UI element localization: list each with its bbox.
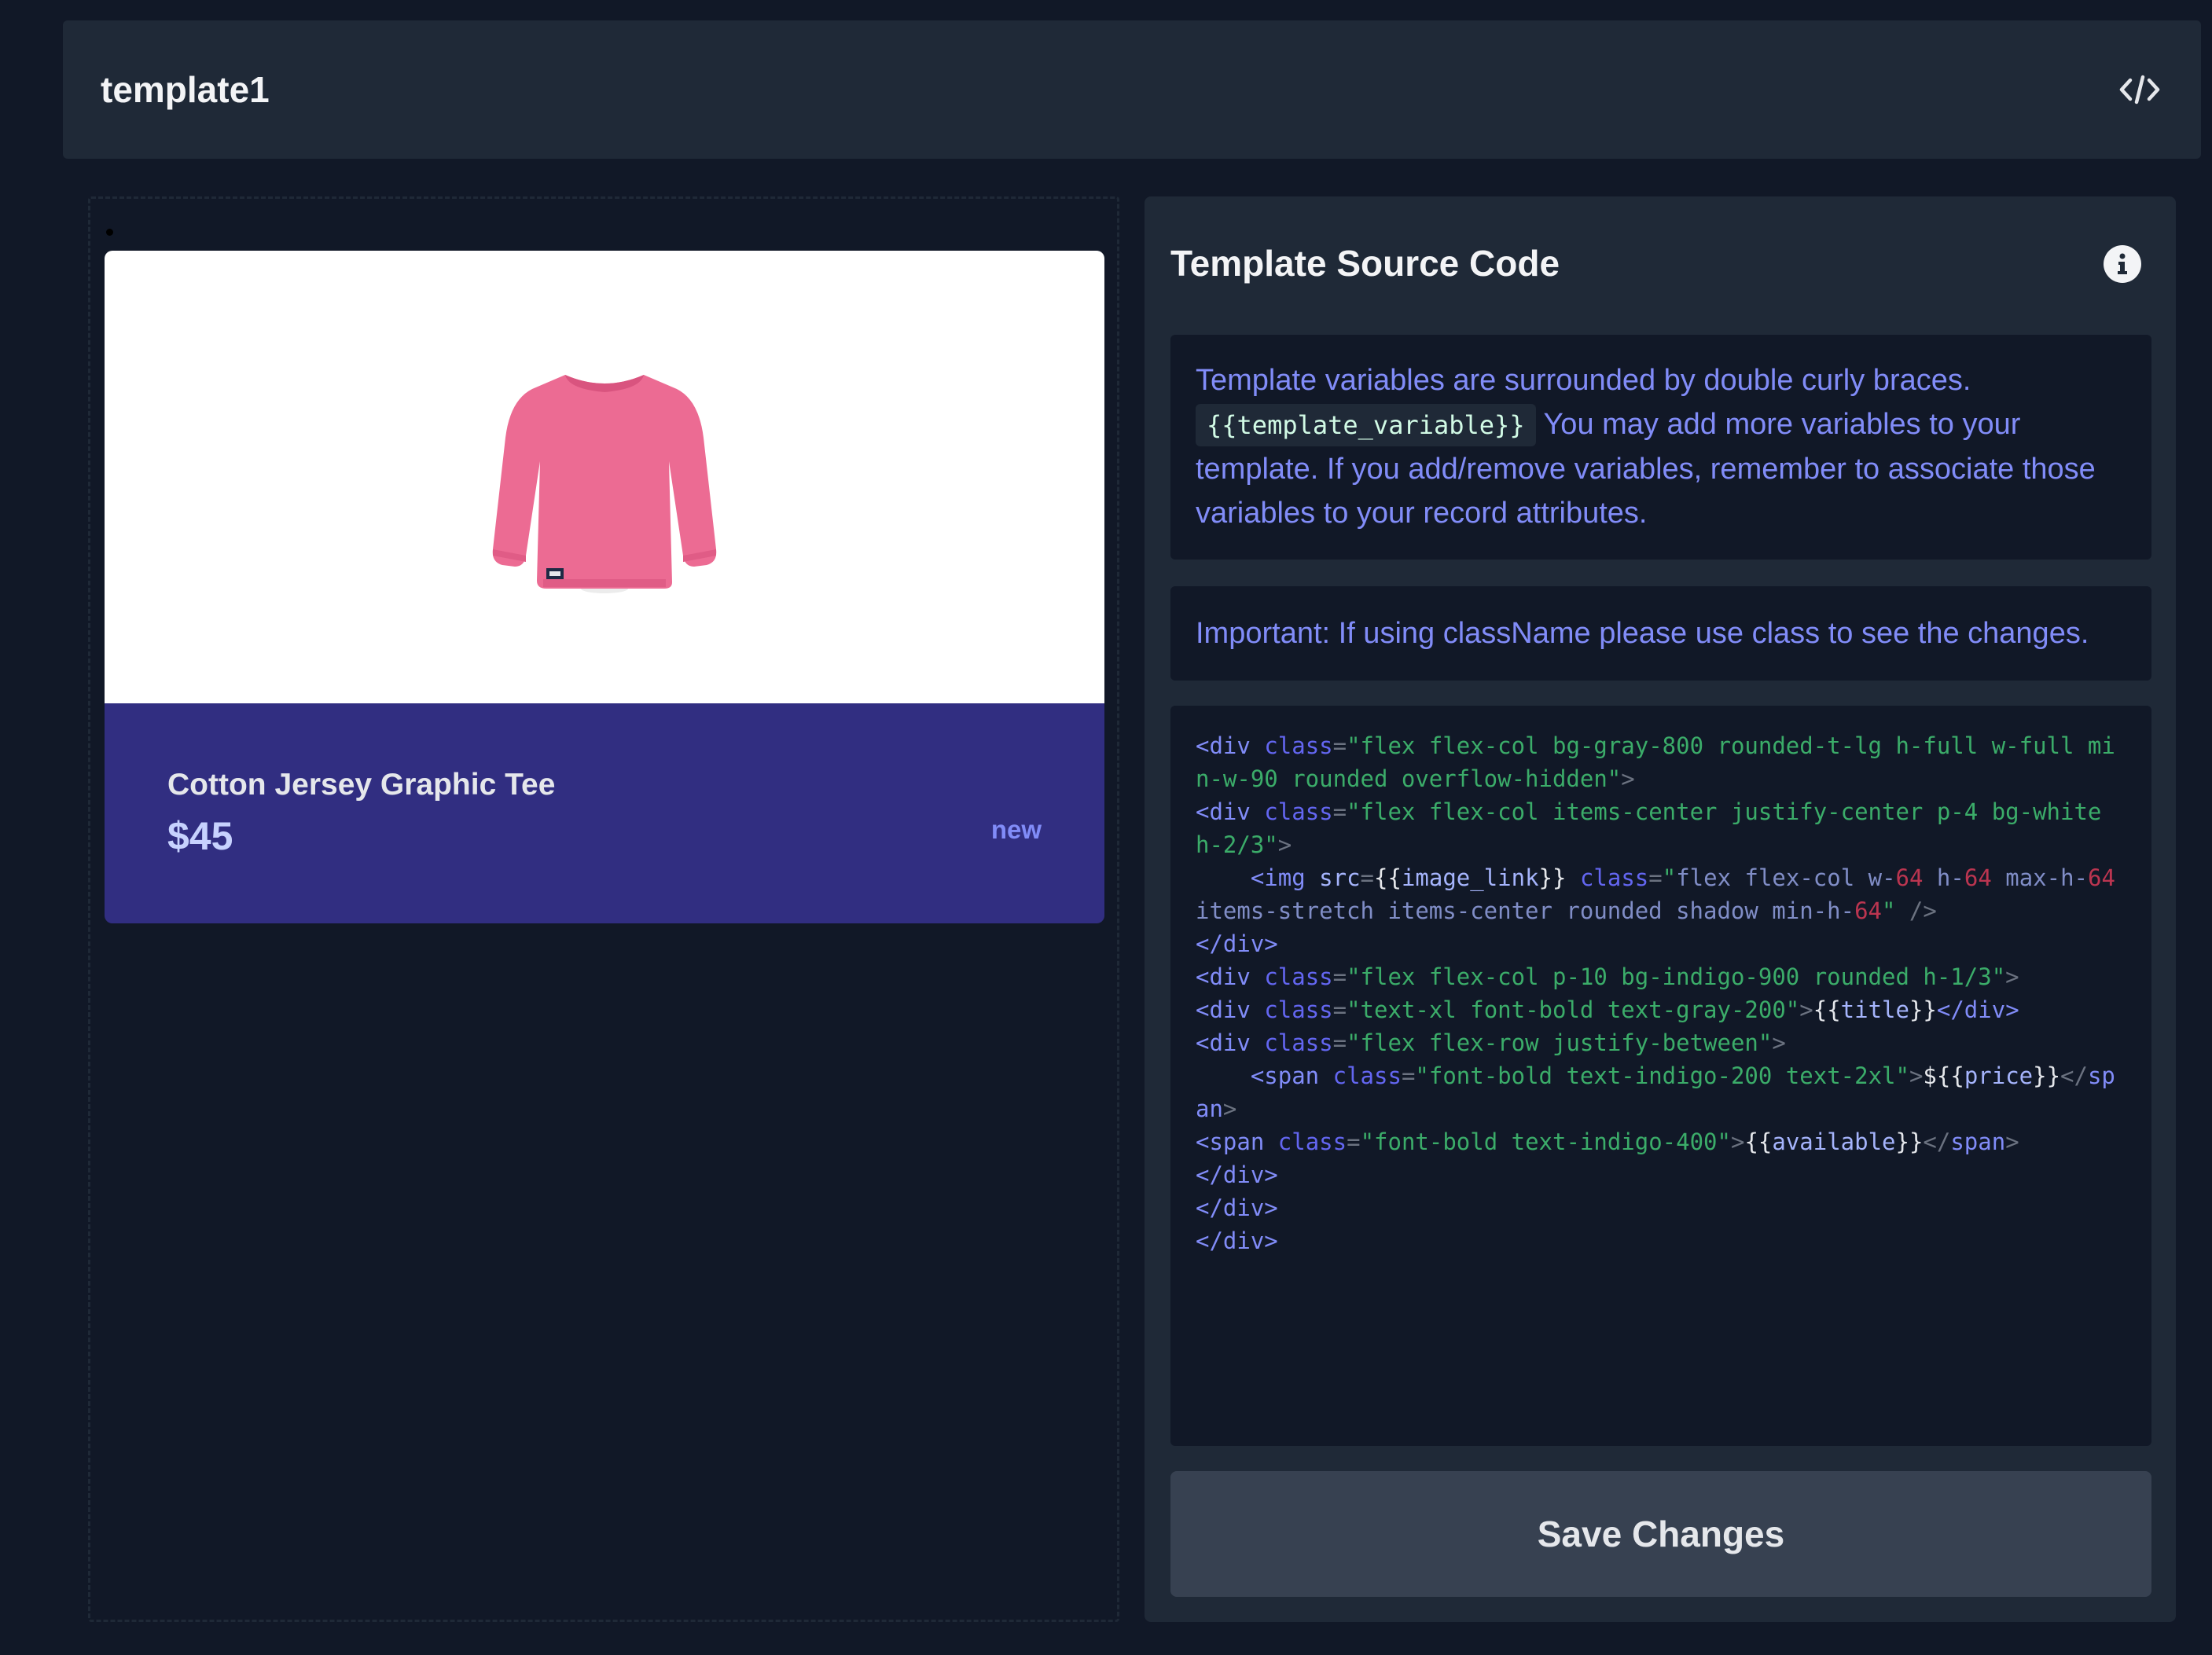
code-line: <div class="flex flex-row justify-betwee…: [1196, 1029, 1786, 1056]
product-info: Cotton Jersey Graphic Tee $45 new: [105, 703, 1104, 923]
code-line: <div class="text-xl font-bold text-gray-…: [1196, 996, 2019, 1023]
template-variable-example: {{template_variable}}: [1196, 404, 1536, 446]
note-intro: Template variables are surrounded by dou…: [1196, 364, 1971, 397]
code-line: <span class="font-bold text-indigo-400">…: [1196, 1128, 2019, 1155]
code-line: </div>: [1196, 930, 1278, 957]
availability-badge: new: [990, 815, 1042, 844]
product-card: Cotton Jersey Graphic Tee $45 new: [105, 251, 1104, 923]
code-line: <div class="flex flex-col bg-gray-800 ro…: [1196, 732, 2115, 792]
product-image-container: [105, 251, 1104, 703]
code-line: <img src={{image_link}} class="flex flex…: [1196, 864, 2115, 924]
code-editor[interactable]: <div class="flex flex-col bg-gray-800 ro…: [1170, 706, 2151, 1446]
code-line: </div>: [1196, 1161, 1278, 1188]
list-bullet: [106, 229, 113, 236]
product-image: [492, 375, 717, 593]
code-brackets-icon[interactable]: [2118, 68, 2162, 112]
header-bar: template1: [63, 20, 2201, 159]
info-icon[interactable]: [2104, 245, 2141, 283]
code-line: </div>: [1196, 1227, 1278, 1254]
code-line: </div>: [1196, 1194, 1278, 1221]
save-changes-button[interactable]: Save Changes: [1170, 1471, 2151, 1597]
template-preview-area: Cotton Jersey Graphic Tee $45 new: [88, 196, 1119, 1622]
code-line: <span class="font-bold text-indigo-200 t…: [1196, 1062, 2115, 1122]
product-title: Cotton Jersey Graphic Tee: [167, 768, 556, 802]
code-line: <div class="flex flex-col p-10 bg-indigo…: [1196, 963, 2019, 990]
panel-title: Template Source Code: [1170, 243, 1560, 284]
product-price: $45: [167, 814, 233, 858]
template-variables-note: Template variables are surrounded by dou…: [1170, 335, 2151, 560]
page-title: template1: [101, 69, 270, 110]
code-line: <div class="flex flex-col items-center j…: [1196, 798, 2115, 858]
important-note: Important: If using className please use…: [1170, 586, 2151, 681]
source-code-panel: Template Source Code Template variables …: [1145, 196, 2176, 1622]
